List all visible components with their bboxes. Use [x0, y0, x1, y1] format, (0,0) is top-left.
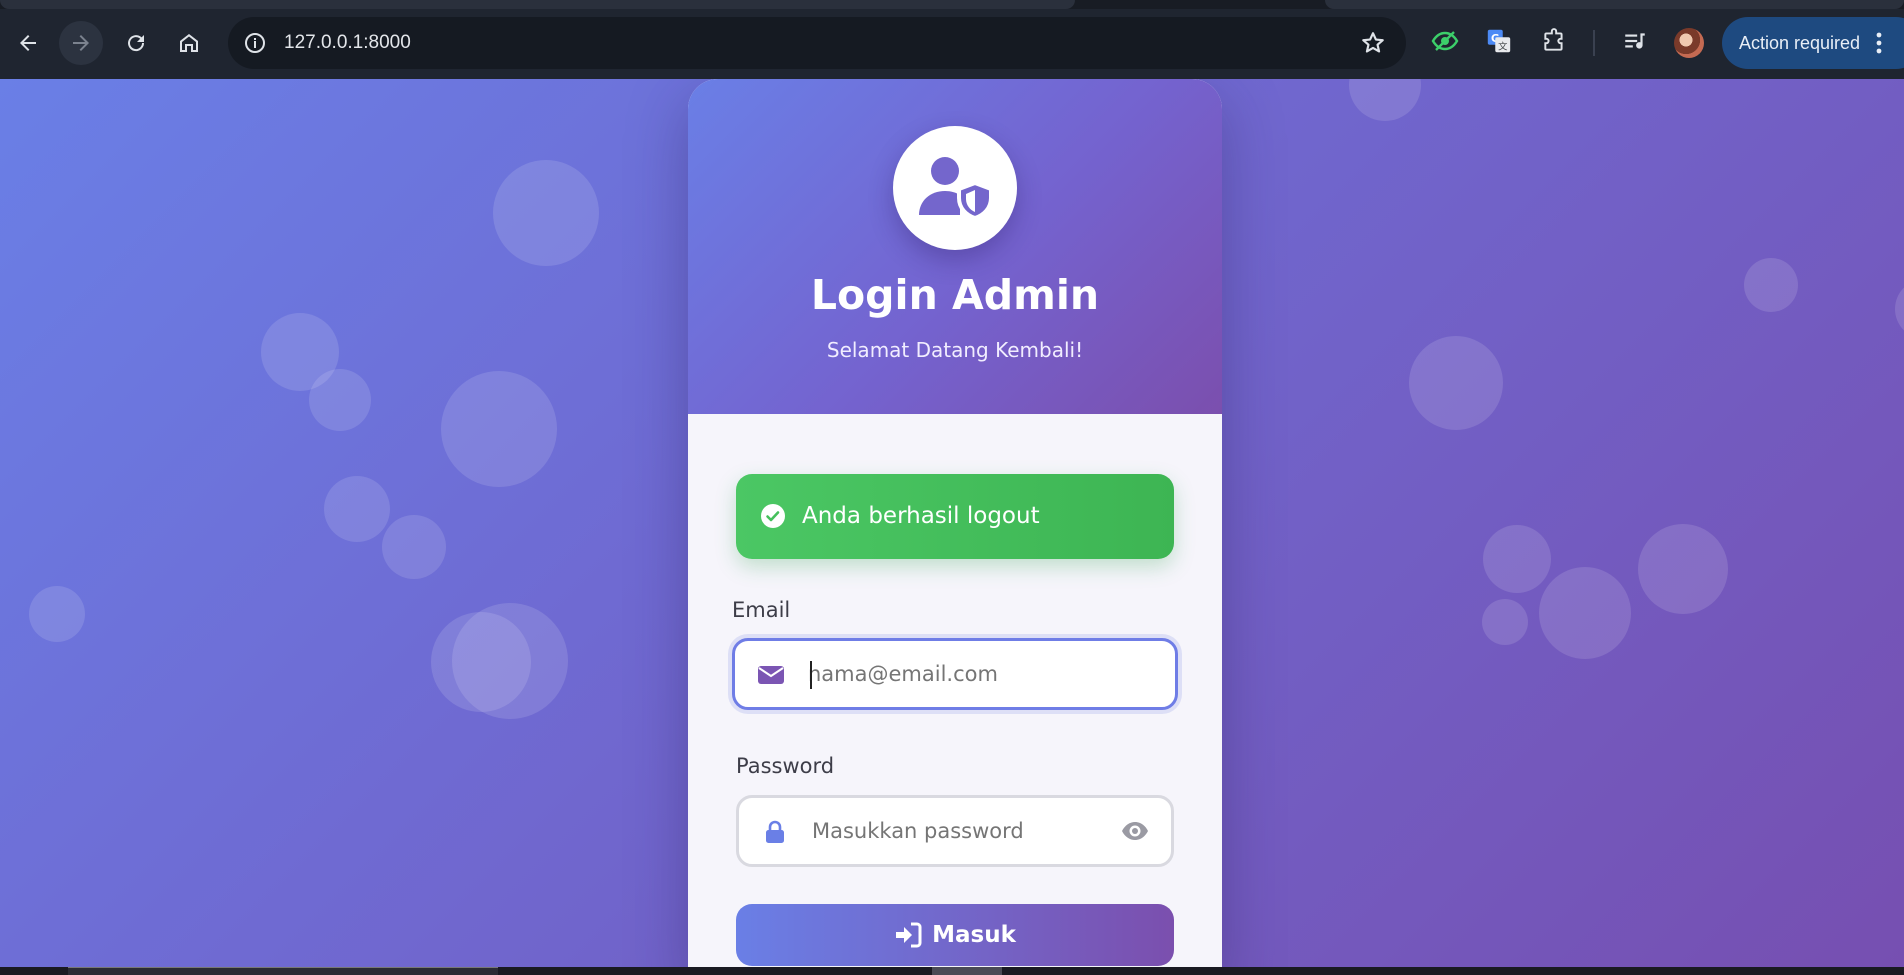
decorative-bubble: [1638, 524, 1728, 614]
address-bar[interactable]: 127.0.0.1:8000: [228, 17, 1406, 69]
back-arrow-icon: [20, 35, 36, 51]
page-background: Login Admin Selamat Datang Kembali! Anda…: [0, 79, 1904, 967]
back-button[interactable]: [6, 21, 50, 65]
page-title: Login Admin: [810, 271, 1100, 319]
decorative-bubble: [1349, 79, 1421, 121]
forward-arrow-icon: [73, 35, 89, 51]
taskbar-strip: [0, 967, 1904, 975]
svg-text:文: 文: [1498, 40, 1507, 52]
home-button[interactable]: [167, 21, 211, 65]
puzzle-icon[interactable]: [1539, 26, 1569, 56]
email-label: Email: [732, 598, 791, 622]
success-alert: Anda berhasil logout: [736, 474, 1174, 559]
login-submit-button[interactable]: Masuk: [736, 904, 1174, 966]
user-shield-icon: [919, 157, 993, 221]
decorative-bubble: [493, 160, 599, 266]
admin-logo: [893, 126, 1017, 250]
login-card-header: Login Admin Selamat Datang Kembali!: [688, 79, 1222, 414]
lock-icon: [766, 820, 784, 843]
profile-avatar[interactable]: [1674, 28, 1704, 58]
home-icon: [180, 34, 198, 52]
star-icon[interactable]: [1360, 30, 1386, 56]
sign-in-icon: [896, 922, 922, 948]
decorative-bubble: [1482, 599, 1528, 645]
envelope-icon: [758, 666, 784, 684]
submit-label: Masuk: [932, 922, 1016, 948]
tab-strip: [0, 0, 1904, 9]
action-required-label: Action required: [1739, 33, 1861, 53]
decorative-bubble: [309, 369, 371, 431]
taskbar-item[interactable]: [932, 967, 1002, 975]
decorative-bubble: [29, 586, 85, 642]
browser-toolbar: 127.0.0.1:8000 G文 Action required: [0, 0, 1904, 79]
password-field[interactable]: [736, 795, 1174, 867]
check-circle-icon: [761, 504, 785, 528]
toolbar-divider: [1593, 30, 1595, 56]
email-input[interactable]: [808, 641, 1108, 707]
url-text[interactable]: 127.0.0.1:8000: [284, 17, 411, 69]
decorative-bubble: [1744, 258, 1798, 312]
login-card: Login Admin Selamat Datang Kembali! Anda…: [688, 79, 1222, 967]
password-label: Password: [736, 754, 835, 778]
decorative-bubble: [1409, 336, 1503, 430]
text-caret: [810, 661, 812, 689]
reload-icon: [128, 35, 145, 52]
translate-icon[interactable]: G文: [1484, 26, 1514, 56]
decorative-bubble: [441, 371, 557, 487]
playlist-icon[interactable]: [1620, 26, 1650, 56]
decorative-bubble: [1483, 525, 1551, 593]
tab[interactable]: [1325, 0, 1904, 9]
kebab-menu-icon[interactable]: [1875, 31, 1883, 55]
decorative-bubble: [382, 515, 446, 579]
forward-button[interactable]: [59, 21, 103, 65]
password-input[interactable]: [812, 798, 1112, 864]
decorative-bubble: [324, 476, 390, 542]
eye-slash-icon[interactable]: [1430, 26, 1460, 56]
decorative-bubble: [1895, 279, 1904, 339]
decorative-bubble: [452, 603, 568, 719]
tab[interactable]: [0, 0, 1075, 9]
alert-message: Anda berhasil logout: [802, 503, 1040, 529]
email-field[interactable]: [732, 638, 1178, 710]
info-icon[interactable]: [242, 30, 268, 56]
decorative-bubble: [1539, 567, 1631, 659]
taskbar-item[interactable]: [68, 967, 498, 975]
reload-button[interactable]: [114, 21, 158, 65]
eye-icon[interactable]: [1121, 820, 1149, 842]
page-subtitle: Selamat Datang Kembali!: [826, 338, 1084, 362]
